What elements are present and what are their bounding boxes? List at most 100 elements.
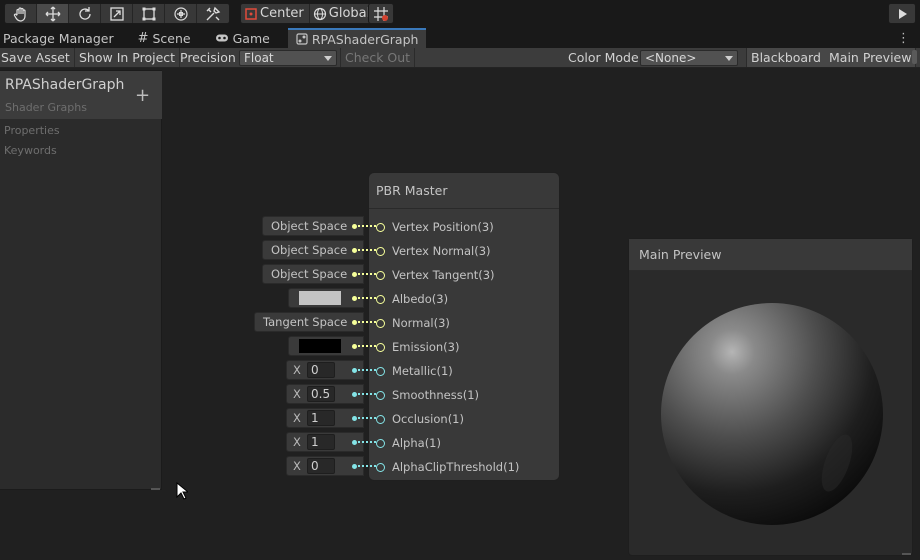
scrollbar-thumb[interactable] (912, 50, 917, 64)
connection-wire (358, 441, 376, 443)
port-vertex-position[interactable]: Vertex Position(3) (369, 215, 559, 239)
port-connector-icon[interactable] (376, 342, 385, 352)
preview-resize-handle[interactable] (902, 553, 911, 555)
smoothness-slot[interactable]: X 0.5 (286, 384, 364, 404)
tab-scene[interactable]: # Scene (134, 28, 195, 48)
port-connector-icon[interactable] (376, 246, 385, 256)
preview-sphere[interactable] (659, 301, 885, 527)
color-mode-dropdown[interactable]: <None> (640, 50, 738, 66)
port-connector-icon[interactable] (376, 390, 385, 400)
port-albedo[interactable]: Albedo(3) (369, 287, 559, 311)
rect-tool-button[interactable] (133, 4, 165, 23)
mouse-cursor-icon (176, 482, 188, 500)
alpha-slot[interactable]: X 1 (286, 432, 364, 452)
blackboard-title: RPAShaderGraph (5, 77, 125, 93)
connection-wire (358, 249, 376, 251)
show-in-project-button[interactable]: Show In Project (75, 48, 181, 67)
transform-tool-button[interactable] (165, 4, 197, 23)
port-connector-icon[interactable] (376, 270, 385, 280)
move-tool-button[interactable] (37, 4, 69, 23)
alpha-field[interactable]: 1 (307, 434, 335, 450)
alpha-clip-field[interactable]: 0 (307, 458, 335, 474)
slot-connector (352, 296, 357, 301)
slot-connector (352, 392, 357, 397)
rotate-tool-button[interactable] (69, 4, 101, 23)
vertex-tangent-slot[interactable]: Object Space (262, 264, 364, 284)
preview-title: Main Preview (629, 239, 912, 271)
blackboard-toggle[interactable]: Blackboard (746, 48, 826, 67)
port-metallic[interactable]: Metallic(1) (369, 359, 559, 383)
vertex-normal-slot[interactable]: Object Space (262, 240, 364, 260)
port-vertex-tangent[interactable]: Vertex Tangent(3) (369, 263, 559, 287)
pbr-master-node[interactable]: PBR Master Vertex Position(3) Vertex Norm… (368, 172, 560, 481)
save-asset-button[interactable]: Save Asset (0, 48, 75, 67)
port-label: Normal(3) (392, 316, 450, 330)
port-label: Albedo(3) (392, 292, 449, 306)
port-alphaclipthreshold[interactable]: AlphaClipThreshold(1) (369, 455, 559, 479)
connection-wire (358, 297, 376, 299)
alpha-clip-slot[interactable]: X 0 (286, 456, 364, 476)
port-smoothness[interactable]: Smoothness(1) (369, 383, 559, 407)
occlusion-slot[interactable]: X 1 (286, 408, 364, 428)
resize-handle[interactable] (151, 488, 160, 490)
chevron-down-icon (324, 56, 332, 61)
pivot-space-toggle[interactable]: Global (310, 4, 375, 23)
emission-slot[interactable] (288, 336, 364, 356)
port-normal[interactable]: Normal(3) (369, 311, 559, 335)
tab-rpashadergraph[interactable]: RPAShaderGraph (287, 28, 427, 48)
metallic-field[interactable]: 0 (307, 362, 335, 378)
play-button[interactable] (889, 4, 915, 23)
color-mode-value: <None> (645, 51, 697, 65)
vertex-position-slot[interactable]: Object Space (262, 216, 364, 236)
port-vertex-normal[interactable]: Vertex Normal(3) (369, 239, 559, 263)
slot-connector (352, 416, 357, 421)
emission-color-swatch[interactable] (299, 339, 341, 353)
normal-slot[interactable]: Tangent Space (254, 312, 364, 332)
tab-menu-icon[interactable]: ⋮ (897, 28, 910, 48)
shader-graph-icon (296, 33, 308, 45)
tab-label: RPAShaderGraph (311, 31, 419, 47)
check-out-button[interactable]: Check Out (340, 48, 416, 67)
custom-tools-button[interactable] (197, 4, 229, 23)
connection-wire (358, 417, 376, 419)
precision-dropdown[interactable]: Float (239, 50, 337, 66)
connection-wire (358, 369, 376, 371)
port-connector-icon[interactable] (376, 318, 385, 328)
keywords-section[interactable]: Keywords (4, 144, 57, 157)
add-property-button[interactable]: + (135, 87, 150, 105)
slot-value: Object Space (271, 219, 348, 233)
slot-value: Object Space (271, 267, 348, 281)
slot-connector (352, 464, 357, 469)
grid-snap-button[interactable] (369, 4, 393, 23)
port-connector-icon[interactable] (376, 414, 385, 424)
grid-snap-icon (374, 6, 388, 21)
hand-tool-button[interactable] (5, 4, 37, 23)
blackboard-subtitle: Shader Graphs (5, 101, 87, 114)
port-alpha[interactable]: Alpha(1) (369, 431, 559, 455)
scale-icon (109, 6, 124, 21)
port-connector-icon[interactable] (376, 366, 385, 376)
tab-package-manager[interactable]: Package Manager (0, 28, 118, 48)
albedo-color-swatch[interactable] (299, 291, 341, 305)
smoothness-field[interactable]: 0.5 (307, 386, 335, 402)
occlusion-field[interactable]: 1 (307, 410, 335, 426)
port-occlusion[interactable]: Occlusion(1) (369, 407, 559, 431)
slot-connector (352, 440, 357, 445)
port-connector-icon[interactable] (376, 222, 385, 232)
main-preview-toggle[interactable]: Main Preview (825, 48, 917, 67)
port-connector-icon[interactable] (376, 462, 385, 472)
tab-game[interactable]: Game (211, 28, 274, 48)
albedo-slot[interactable] (288, 288, 364, 308)
port-emission[interactable]: Emission(3) (369, 335, 559, 359)
properties-section[interactable]: Properties (4, 124, 60, 137)
port-connector-icon[interactable] (376, 294, 385, 304)
pivot-mode-toggle[interactable]: Center (241, 4, 310, 23)
hash-icon: # (137, 30, 149, 46)
slot-connector (352, 272, 357, 277)
port-connector-icon[interactable] (376, 438, 385, 448)
blackboard-panel: RPAShaderGraph Shader Graphs + Propertie… (0, 70, 162, 490)
scale-tool-button[interactable] (101, 4, 133, 23)
metallic-slot[interactable]: X 0 (286, 360, 364, 380)
custom-tools-icon (206, 6, 221, 20)
globe-icon (313, 7, 326, 20)
